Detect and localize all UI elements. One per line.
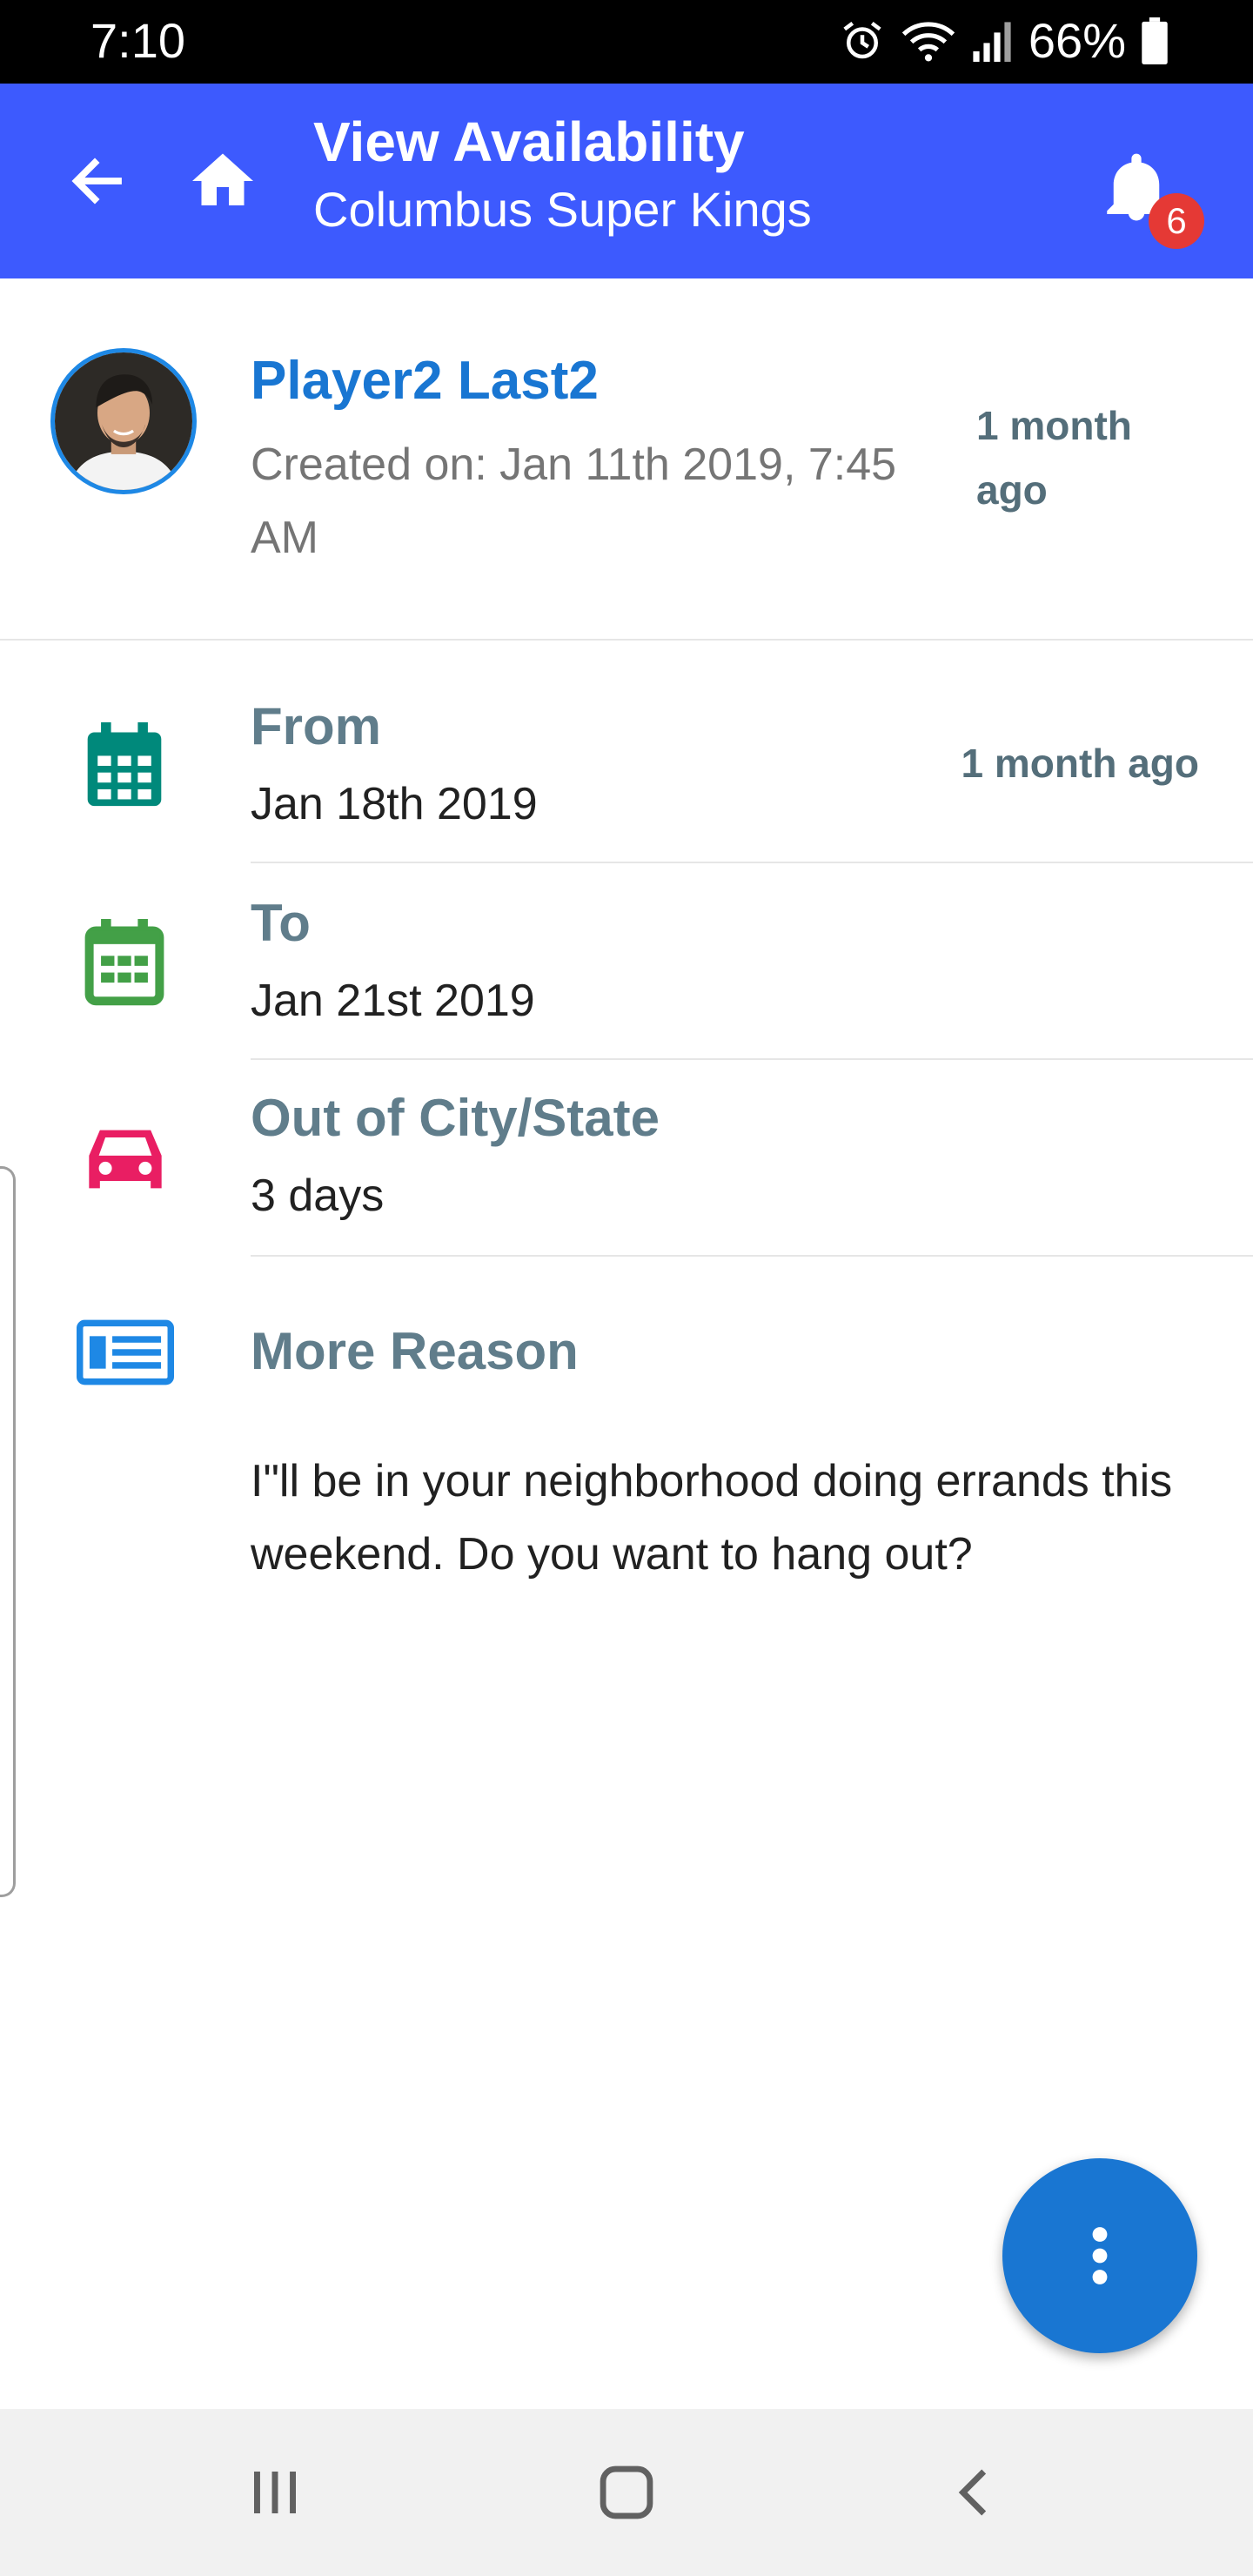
home-icon: [192, 153, 253, 205]
from-value: Jan 18th 2019: [251, 779, 538, 829]
battery-icon: [1142, 17, 1168, 64]
battery-percent: 66%: [1028, 13, 1126, 68]
signal-icon: [973, 21, 1011, 62]
player-profile: Player2 Last2 Created on: Jan 11th 2019,…: [0, 278, 1253, 641]
calendar-icon: [84, 919, 164, 1006]
notification-badge: 6: [1149, 193, 1204, 249]
system-nav-bar: [0, 2409, 1253, 2576]
team-subtitle: Columbus Super Kings: [313, 182, 812, 237]
status-icons: 66%: [839, 12, 1168, 69]
calendar-icon: [87, 722, 162, 807]
article-icon: [77, 1319, 174, 1385]
more-reason-text: I"ll be in your neighborhood doing erran…: [251, 1456, 1173, 1580]
from-row: From Jan 18th 2019 1 month ago: [0, 639, 1253, 863]
car-icon: [89, 1130, 162, 1189]
recents-button[interactable]: [223, 2440, 327, 2545]
status-time: 7:10: [90, 13, 185, 68]
back-button[interactable]: [49, 138, 146, 225]
back-nav-icon: [958, 2469, 987, 2516]
recents-icon: [254, 2472, 296, 2513]
out-of-city-value: 3 days: [251, 1171, 385, 1221]
alarm-icon: [843, 21, 881, 58]
back-arrow-icon: [71, 158, 122, 205]
profile-relative-time: 1 month ago: [976, 403, 1132, 513]
more-options-fab[interactable]: [1002, 2158, 1197, 2353]
player-name[interactable]: Player2 Last2: [251, 350, 599, 412]
avatar: [50, 348, 197, 494]
to-label: To: [251, 894, 311, 952]
more-reason-label: More Reason: [251, 1322, 579, 1380]
home-button[interactable]: [174, 138, 271, 225]
edge-panel-handle[interactable]: [0, 1166, 16, 1897]
more-vert-icon: [1092, 2227, 1108, 2284]
from-label: From: [251, 697, 381, 755]
to-value: Jan 21st 2019: [251, 976, 535, 1026]
back-nav-button[interactable]: [922, 2440, 1027, 2545]
created-on-text: Created on: Jan 11th 2019, 7:45 AM: [251, 439, 897, 563]
to-row: To Jan 21st 2019: [0, 863, 1253, 1060]
status-bar: 7:10 66%: [0, 0, 1253, 84]
out-of-city-row: Out of City/State 3 days: [0, 1060, 1253, 1257]
home-nav-button[interactable]: [574, 2440, 679, 2545]
app-bar: View Availability Columbus Super Kings 6: [0, 84, 1253, 278]
home-nav-icon: [600, 2465, 653, 2519]
wifi-icon: [901, 21, 955, 62]
page-title: View Availability: [313, 111, 745, 173]
from-relative-time: 1 month ago: [961, 741, 1199, 786]
out-of-city-label: Out of City/State: [251, 1089, 660, 1147]
